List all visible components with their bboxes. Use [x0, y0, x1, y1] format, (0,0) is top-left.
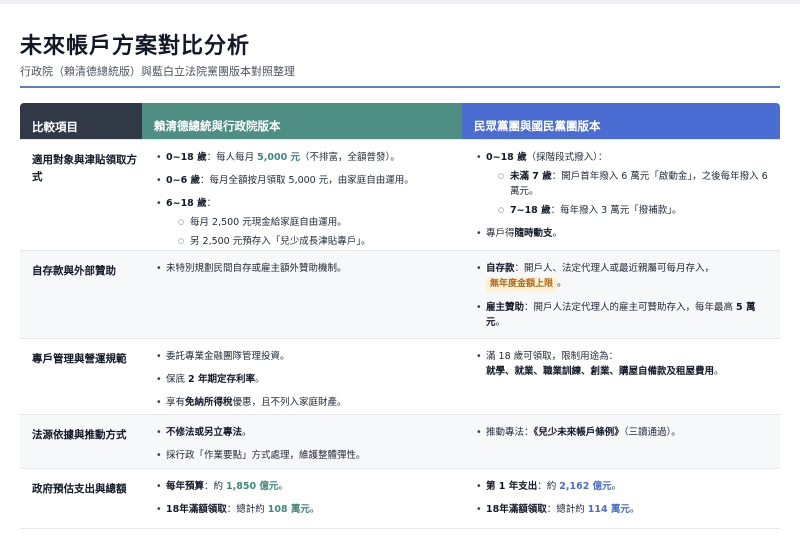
list-item: 第 1 年支出：約 2,162 億元。: [474, 479, 772, 494]
page: 未來帳戶方案對比分析 行政院（賴清德總統版）與藍白立法院黨團版本對照整理 比較項…: [0, 0, 800, 545]
table-header-row: 比較項目 賴清德總統與行政院版本 民眾黨團與國民黨團版本: [20, 103, 780, 140]
opposition-cell: 滿 18 歲可領取，限制用途為：就學、就業、職業訓練、創業、購屋自備款及租屋費用…: [462, 339, 780, 414]
sub-list-item: 未滿 7 歲：開戶首年撥入 6 萬元「啟動金」，之後每年撥入 6 萬元。: [486, 169, 772, 199]
list-item: 0~18 歲：每人每月 5,000 元（不排富，全額普發）。: [154, 150, 454, 165]
executive-cell: 未特別規劃民間自存或雇主額外贊助機制。: [142, 251, 462, 338]
row-label: 專戶管理與營運規範: [32, 353, 127, 365]
executive-cell: 每年預算：約 1,850 億元。 18年滿額領取：總計約 108 萬元。: [142, 469, 462, 528]
row-label: 適用對象與津貼領取方式: [32, 154, 137, 183]
opposition-cell: 推動專法：《兒少未來帳戶條例》（三讀通過）。: [462, 415, 780, 468]
table-row: 政府預估支出與總額 每年預算：約 1,850 億元。 18年滿額領取：總計約 1…: [20, 469, 780, 529]
executive-cell: 不修法或另立專法。 採行政「作業要點」方式處理，維護整體彈性。: [142, 415, 462, 468]
list-item: 採行政「作業要點」方式處理，維護整體彈性。: [154, 448, 454, 463]
list-item: 18年滿額領取：總計約 114 萬元。: [474, 502, 772, 517]
header-opposition-version: 民眾黨團與國民黨團版本: [462, 103, 780, 139]
list-item: 委託專業金融團隊管理投資。: [154, 349, 454, 364]
sub-list-item: 另 2,500 元預存入「兒少成長津貼專戶」。: [166, 234, 454, 249]
list-item: 雇主贊助：開戶人法定代理人的雇主可贊助存入，每年最高 5 萬元。: [474, 300, 772, 330]
comparison-table: 比較項目 賴清德總統與行政院版本 民眾黨團與國民黨團版本 適用對象與津貼領取方式…: [20, 103, 780, 529]
list-item: 不修法或另立專法。: [154, 425, 454, 440]
row-label: 法源依據與推動方式: [20, 415, 142, 468]
opposition-cell: 自存款：開戶人、法定代理人或最近親屬可每月存入，無年度金額上限。 雇主贊助：開戶…: [462, 251, 780, 338]
sub-list-item: 每月 2,500 元現金給家庭自由運用。: [166, 215, 454, 230]
sub-list-item: 7~18 歲：每年撥入 3 萬元「撥補款」。: [486, 203, 772, 218]
list-item: 專戶得隨時動支。: [474, 226, 772, 241]
list-item: 0~6 歲：每月全額按月領取 5,000 元，由家庭自由運用。: [154, 173, 454, 188]
list-item: 每年預算：約 1,850 億元。: [154, 479, 454, 494]
list-item: 自存款：開戶人、法定代理人或最近親屬可每月存入，無年度金額上限。: [474, 261, 772, 292]
list-item: 18年滿額領取：總計約 108 萬元。: [154, 502, 454, 517]
table-row: 專戶管理與營運規範 委託專業金融團隊管理投資。 保底 2 年期定存利率。 享有免…: [20, 339, 780, 415]
list-item: 滿 18 歲可領取，限制用途為：就學、就業、職業訓練、創業、購屋自備款及租屋費用…: [474, 349, 772, 379]
page-title: 未來帳戶方案對比分析: [20, 34, 251, 59]
row-label: 政府預估支出與總額: [32, 483, 127, 495]
table-row: 法源依據與推動方式 不修法或另立專法。 採行政「作業要點」方式處理，維護整體彈性…: [20, 415, 780, 469]
list-item: 推動專法：《兒少未來帳戶條例》（三讀通過）。: [474, 425, 772, 440]
table-row: 適用對象與津貼領取方式 0~18 歲：每人每月 5,000 元（不排富，全額普發…: [20, 140, 780, 251]
header-item: 比較項目: [20, 103, 142, 139]
list-item: 0~18 歲（採階段式撥入）： 未滿 7 歲：開戶首年撥入 6 萬元「啟動金」，…: [474, 150, 772, 218]
opposition-cell: 0~18 歲（採階段式撥入）： 未滿 7 歲：開戶首年撥入 6 萬元「啟動金」，…: [462, 140, 780, 250]
row-label: 自存款與外部贊助: [20, 251, 142, 338]
opposition-cell: 第 1 年支出：約 2,162 億元。 18年滿額領取：總計約 114 萬元。: [462, 469, 780, 528]
highlight-tag: 無年度金額上限: [486, 277, 558, 292]
header-executive-version: 賴清德總統與行政院版本: [142, 103, 462, 139]
title-divider: [20, 86, 780, 88]
list-item: 保底 2 年期定存利率。: [154, 372, 454, 387]
table-row: 自存款與外部贊助 未特別規劃民間自存或雇主額外贊助機制。 自存款：開戶人、法定代…: [20, 251, 780, 339]
list-item: 6~18 歲： 每月 2,500 元現金給家庭自由運用。 另 2,500 元預存…: [154, 196, 454, 249]
executive-cell: 委託專業金融團隊管理投資。 保底 2 年期定存利率。 享有免納所得稅優惠，且不列…: [142, 339, 462, 414]
list-item: 享有免納所得稅優惠，且不列入家庭財產。: [154, 395, 454, 410]
top-border: [0, 0, 800, 4]
executive-cell: 0~18 歲：每人每月 5,000 元（不排富，全額普發）。 0~6 歲：每月全…: [142, 140, 462, 250]
list-item: 未特別規劃民間自存或雇主額外贊助機制。: [154, 261, 454, 276]
page-subtitle: 行政院（賴清德總統版）與藍白立法院黨團版本對照整理: [20, 65, 295, 78]
